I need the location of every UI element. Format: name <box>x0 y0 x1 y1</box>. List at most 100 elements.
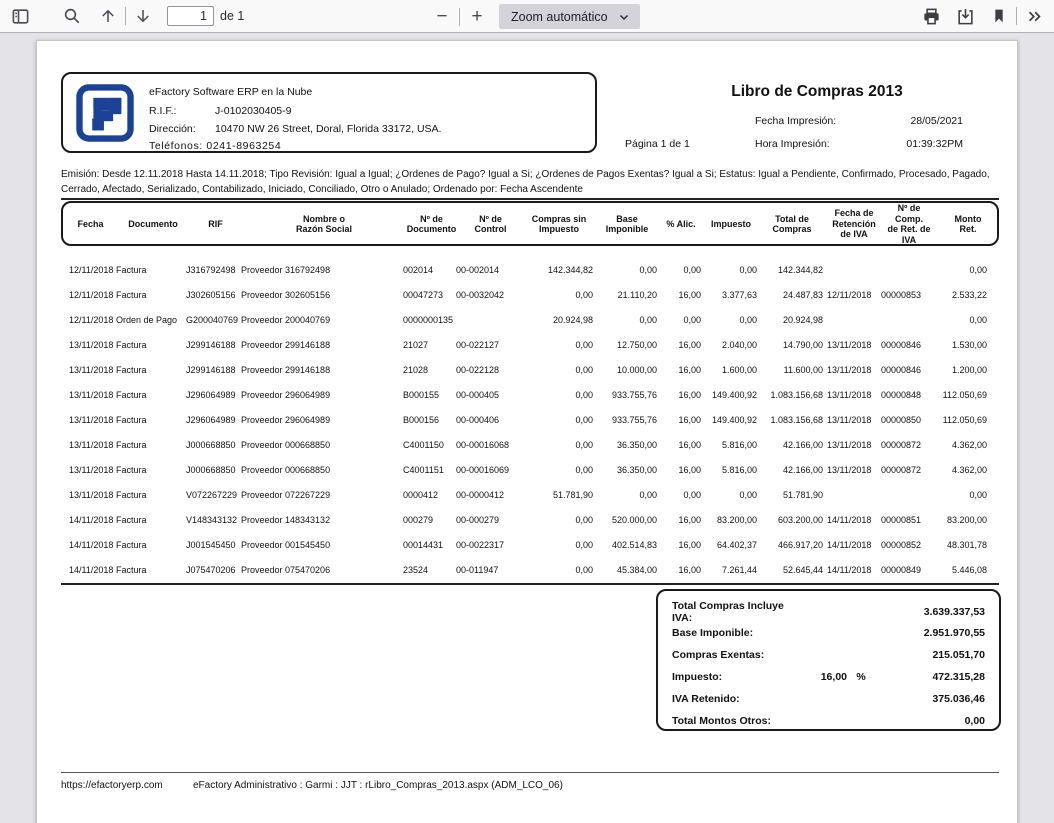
cell-compras-sin-impuesto: 0,00 <box>521 540 593 550</box>
cell-num-documento: 21028 <box>403 365 456 375</box>
totals-value: 375.036,46 <box>875 693 985 705</box>
cell-num-comprobante: 00000872 <box>881 465 933 475</box>
toolbar-separator <box>125 7 126 25</box>
cell-num-comprobante: 00000846 <box>881 340 933 350</box>
cell-rif: J001545450 <box>186 540 241 550</box>
cell-fecha: 12/11/2018 <box>61 315 116 325</box>
cell-num-documento: 002014 <box>403 265 456 275</box>
cell-num-control: 00-022127 <box>456 340 521 350</box>
cell-monto-retenido: 5.446,08 <box>933 565 999 575</box>
cell-total-compras: 14.790,00 <box>757 340 823 350</box>
cell-num-comprobante: 00000849 <box>881 565 933 575</box>
cell-impuesto: 5.816,00 <box>701 440 757 450</box>
cell-num-documento: 0000412 <box>403 490 456 500</box>
cell-monto-retenido: 112.050,69 <box>933 390 999 400</box>
zoom-out-button[interactable]: − <box>428 4 456 30</box>
zoom-select-dropdown[interactable]: Zoom automático <box>499 4 640 29</box>
column-header: Total de Compras <box>759 214 825 235</box>
cell-rif: J000668850 <box>186 440 241 450</box>
cell-total-compras: 11.600,00 <box>757 365 823 375</box>
efactory-logo <box>76 84 134 142</box>
cell-rif: J000668850 <box>186 465 241 475</box>
cell-documento: Factura <box>116 290 186 300</box>
cell-rif: J299146188 <box>186 365 241 375</box>
cell-num-comprobante: 00000846 <box>881 365 933 375</box>
page-number-input[interactable] <box>167 6 214 26</box>
print-button[interactable] <box>917 3 945 29</box>
cell-documento: Factura <box>116 340 186 350</box>
cell-nombre: Proveedor 000668850 <box>241 465 403 475</box>
table-row: 14/11/2018 Factura J075470206 Proveedor … <box>61 557 999 582</box>
arrow-down-icon <box>134 7 152 25</box>
cell-total-compras: 24.487,83 <box>757 290 823 300</box>
report-filters-text: Emisión: Desde 12.11.2018 Hasta 14.11.20… <box>61 167 999 197</box>
cell-num-documento: 21027 <box>403 340 456 350</box>
cell-base-imponible: 10.000,00 <box>593 365 657 375</box>
tools-expand-button[interactable] <box>1020 3 1048 29</box>
cell-total-compras: 52.645,44 <box>757 565 823 575</box>
save-button[interactable] <box>951 3 979 29</box>
cell-total-compras: 42.166,00 <box>757 465 823 475</box>
cell-total-compras: 51.781,90 <box>757 490 823 500</box>
column-header: Nombre o Razón Social <box>243 214 405 235</box>
report-title: Libro de Compras 2013 <box>637 83 997 101</box>
minus-icon: − <box>436 7 447 26</box>
cell-alicuota: 16,00 <box>657 515 701 525</box>
cell-base-imponible: 36.350,00 <box>593 465 657 475</box>
zoom-in-button[interactable]: + <box>463 4 491 30</box>
pdf-toolbar: de 1 − + Zoom automático <box>0 0 1054 33</box>
printer-icon <box>922 7 941 26</box>
cell-monto-retenido: 0,00 <box>933 490 999 500</box>
table-row: 13/11/2018 Factura J000668850 Proveedor … <box>61 432 999 457</box>
chevron-down-icon <box>618 11 630 23</box>
find-button[interactable] <box>58 3 86 29</box>
toolbar-separator <box>1016 7 1017 25</box>
cell-rif: V072267229 <box>186 490 241 500</box>
cell-base-imponible: 45.384,00 <box>593 565 657 575</box>
cell-total-compras: 42.166,00 <box>757 440 823 450</box>
cell-num-documento: 00047273 <box>403 290 456 300</box>
sidebar-toggle-button[interactable] <box>6 3 34 29</box>
previous-page-button[interactable] <box>94 3 122 29</box>
table-row: 13/11/2018 Factura J299146188 Proveedor … <box>61 357 999 382</box>
totals-value: 2.951.970,55 <box>875 627 985 639</box>
cell-monto-retenido: 4.362,00 <box>933 465 999 475</box>
cell-num-control: 00-00016068 <box>456 440 521 450</box>
cell-alicuota: 16,00 <box>657 390 701 400</box>
cell-rif: J296064989 <box>186 415 241 425</box>
cell-rif: V148343132 <box>186 515 241 525</box>
column-header: Nº de Documento <box>405 214 458 235</box>
cell-impuesto: 5.816,00 <box>701 465 757 475</box>
cell-base-imponible: 21.110,20 <box>593 290 657 300</box>
cell-total-compras: 603.200,00 <box>757 515 823 525</box>
page-count-label: de 1 <box>220 9 244 23</box>
cell-impuesto: 149.400,92 <box>701 415 757 425</box>
cell-num-documento: C4001151 <box>403 465 456 475</box>
search-icon <box>63 7 81 25</box>
totals-label: Impuesto: <box>672 671 795 683</box>
cell-num-documento: B000155 <box>403 390 456 400</box>
cell-num-control: 00-022128 <box>456 365 521 375</box>
cell-documento: Orden de Pago <box>116 315 186 325</box>
print-time-label: Hora Impresión: <box>755 138 830 150</box>
cell-num-documento: 000279 <box>403 515 456 525</box>
company-name: eFactory Software ERP en la Nube <box>149 86 312 98</box>
totals-row: Total Compras Incluye IVA: 3.639.337,53 <box>672 600 985 622</box>
divider-line <box>61 198 999 200</box>
cell-rif: J299146188 <box>186 340 241 350</box>
cell-documento: Factura <box>116 565 186 575</box>
cell-compras-sin-impuesto: 0,00 <box>521 340 593 350</box>
next-page-button[interactable] <box>129 3 157 29</box>
cell-alicuota: 16,00 <box>657 440 701 450</box>
cell-base-imponible: 520.000,00 <box>593 515 657 525</box>
column-header: Nº de Comp. de Ret. de IVA <box>883 203 935 245</box>
cell-documento: Factura <box>116 265 186 275</box>
totals-label: Base Imponible: <box>672 627 795 639</box>
cell-nombre: Proveedor 299146188 <box>241 340 403 350</box>
cell-alicuota: 16,00 <box>657 365 701 375</box>
cell-compras-sin-impuesto: 20.924,98 <box>521 315 593 325</box>
current-view-button[interactable] <box>985 3 1013 29</box>
totals-box: Total Compras Incluye IVA: 3.639.337,53 … <box>656 589 1001 731</box>
table-row: 13/11/2018 Factura J299146188 Proveedor … <box>61 332 999 357</box>
plus-icon: + <box>471 7 482 26</box>
